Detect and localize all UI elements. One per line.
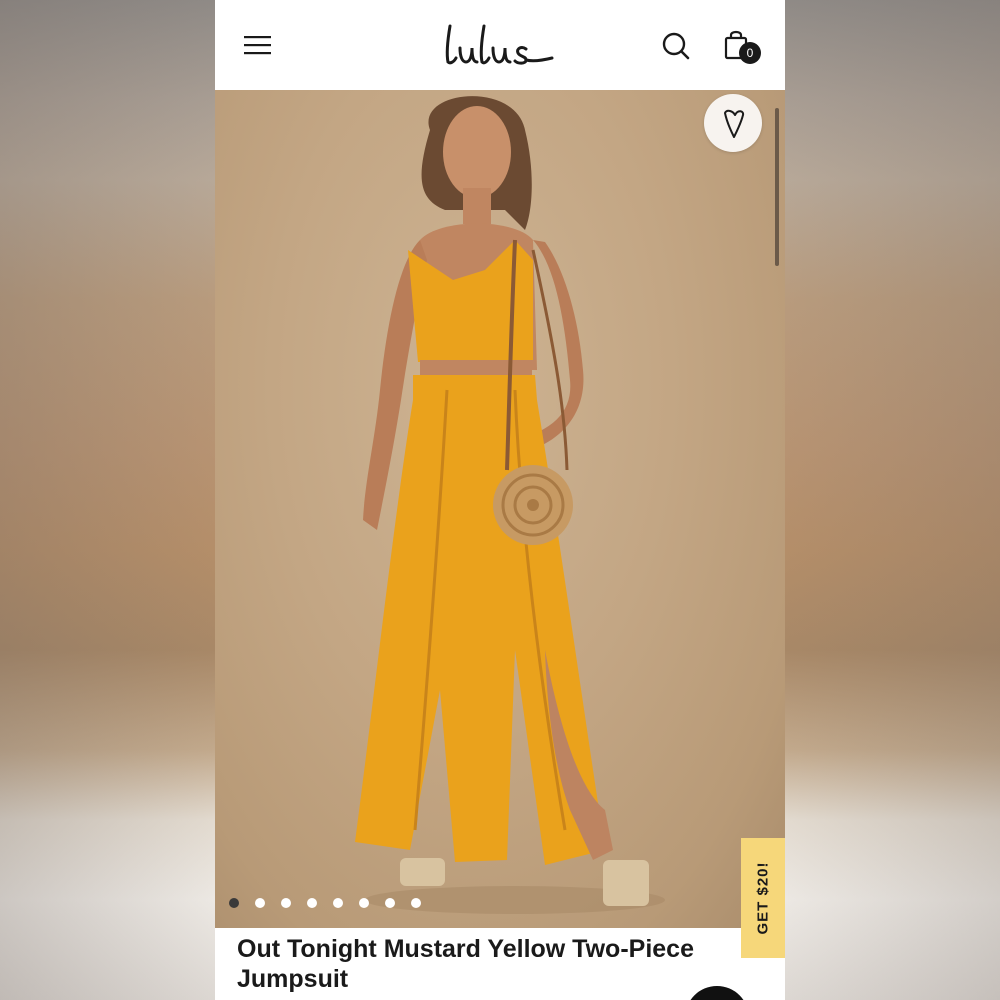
phone-screen: 0 GET $20! Out Tonight Mustard Yellow Tw… — [215, 0, 785, 1000]
product-image-carousel[interactable] — [215, 90, 785, 928]
search-icon — [662, 32, 690, 60]
cart-button[interactable]: 0 — [722, 28, 766, 68]
lulus-logo-mark — [445, 24, 554, 65]
promo-tab[interactable]: GET $20! — [741, 838, 785, 958]
carousel-dot[interactable] — [281, 898, 291, 908]
carousel-dot[interactable] — [229, 898, 239, 908]
blurred-background-right — [785, 0, 1000, 1000]
cart-count-badge: 0 — [739, 42, 761, 64]
promo-label: GET $20! — [754, 861, 772, 935]
blurred-background-left — [0, 0, 215, 1000]
carousel-dot[interactable] — [385, 898, 395, 908]
carousel-dot[interactable] — [359, 898, 369, 908]
carousel-dot[interactable] — [307, 898, 317, 908]
carousel-pagination — [229, 898, 421, 910]
heart-icon — [724, 109, 745, 138]
image-scrollbar[interactable] — [775, 108, 779, 266]
menu-button[interactable] — [243, 30, 273, 60]
search-button[interactable] — [661, 31, 691, 61]
product-title: Out Tonight Mustard Yellow Two-Piece Jum… — [237, 935, 694, 993]
favorite-button[interactable] — [704, 94, 762, 152]
product-photo — [355, 96, 665, 914]
carousel-dot[interactable] — [333, 898, 343, 908]
site-header: 0 — [215, 0, 785, 90]
carousel-dot[interactable] — [411, 898, 421, 908]
carousel-dot[interactable] — [255, 898, 265, 908]
hamburger-menu-icon — [244, 36, 271, 55]
lulus-logo[interactable] — [440, 18, 560, 72]
